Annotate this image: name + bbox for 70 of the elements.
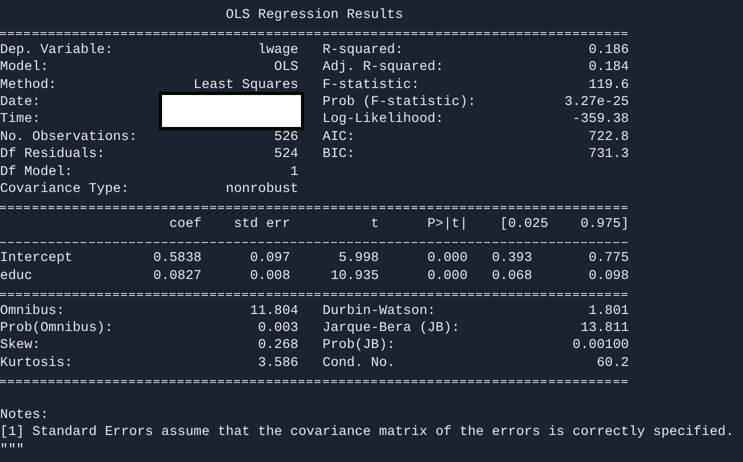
stat-value: 0.186 [588,42,629,60]
stat-label: Cond. No. [322,354,396,372]
table-cell-text: 0.097 [248,250,290,268]
stat-value: 526 [274,128,298,146]
stat-label: Kurtosis: [0,354,73,372]
stat-value: 0.00100 [572,337,629,355]
row-label: educ [0,268,34,286]
column-header: std err [232,216,290,234]
stat-label: Time: [0,111,40,129]
row-label: Intercept [0,250,74,268]
stat-label: Method: [0,76,56,94]
stat-value: 119.6 [588,76,629,94]
stat-value: 3.27e-25 [564,94,629,112]
table-cell-text: 5.998 [338,250,379,268]
stat-value: 1.801 [588,302,629,320]
report-title: OLS Regression Results [226,7,404,24]
note-text: [1] Standard Errors assume that the covariance matrix of the errors is correctly specified. [0,424,734,442]
notes-heading: Notes: [0,406,48,424]
stat-label: Prob(Omnibus): [0,320,113,338]
stat-label: Df Residuals: [0,146,105,164]
stat-label: AIC: [322,128,355,146]
stat-label: Dep. Variable: [0,42,113,60]
stat-value: lwage [258,42,298,60]
stat-label: Skew: [0,337,40,355]
table-cell-text: 0.000 [426,250,468,268]
stat-value: OLS [274,59,298,77]
closing-quotes: """ [0,442,24,460]
stat-value: 60.2 [596,354,629,372]
stat-label: No. Observations: [0,128,138,146]
stat-value: 3.586 [258,354,298,372]
table-cell-text: 0.000 [426,268,468,286]
stat-value: 524 [274,146,298,164]
stat-label: Log-Likelihood: [322,111,444,129]
stat-label: Date: [0,94,40,112]
stat-value: 0.268 [258,337,298,355]
stat-value: 13.811 [580,320,629,338]
stat-label: Covariance Type: [0,180,130,198]
column-header: P>|t| [426,216,468,234]
stat-label: Jarque-Bera (JB): [322,320,460,338]
stat-label: Prob (F-statistic): [322,94,476,112]
stat-value: Least Squares [194,76,298,94]
column-header: t [370,216,379,234]
table-cell-text: 10.935 [330,268,379,286]
stat-label: Df Model: [0,164,73,181]
stat-value: 731.3 [588,146,629,164]
column-header: coef [168,216,202,234]
table-cell-text: 0.775 [588,250,629,268]
stat-value: 1 [290,164,298,181]
table-cell-text: 0.393 [490,250,534,268]
stat-value: 11.804 [250,302,298,320]
stat-label: R-squared: [322,42,404,60]
table-cell-text: 0.0827 [152,268,202,286]
table-cell-text: 0.098 [588,268,629,286]
stat-label: Adj. R-squared: [322,59,444,77]
stat-value: 722.8 [588,128,629,146]
table-cell-text: 0.008 [248,268,290,286]
stat-value: nonrobust [226,180,298,198]
stat-label: Durbin-Watson: [322,302,436,320]
stat-value: 0.003 [258,320,298,338]
stat-label: Prob(JB): [322,337,396,355]
table-cell-text: 0.5838 [152,250,202,268]
stat-value: 0.184 [588,59,629,77]
stat-label: BIC: [322,146,355,164]
column-header: 0.975] [580,216,629,234]
stat-label: Model: [0,59,48,77]
stat-label: F-statistic: [322,76,420,94]
stat-value: -359.38 [572,111,629,129]
column-header: [0.025 [498,216,548,234]
table-cell-text: 0.068 [490,268,534,286]
stat-label: Omnibus: [0,302,65,320]
